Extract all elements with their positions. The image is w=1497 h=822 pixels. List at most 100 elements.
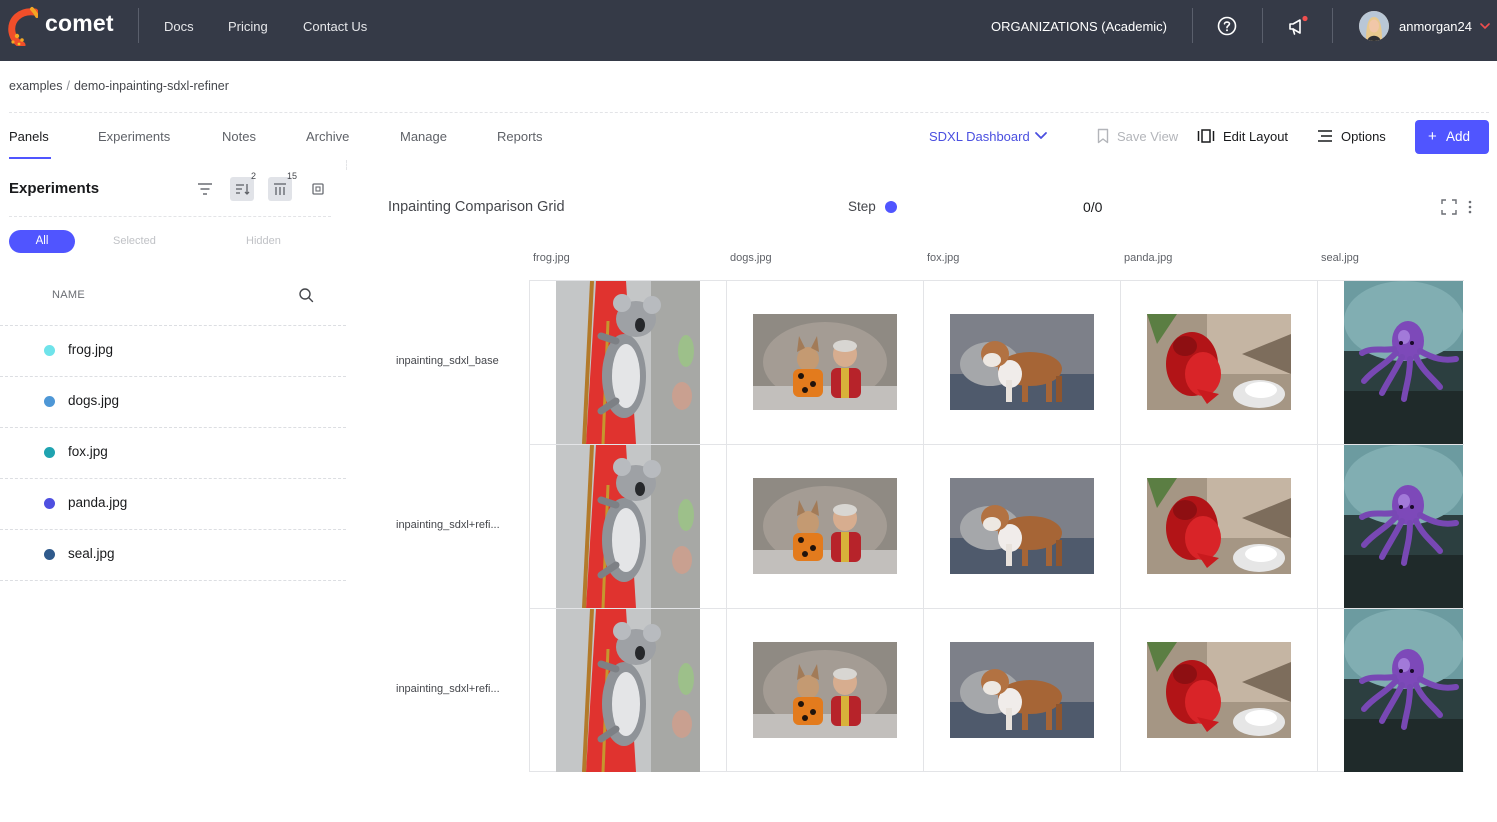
column-header: fox.jpg <box>927 252 960 264</box>
filter-icon[interactable] <box>193 177 217 201</box>
breadcrumb: examples / demo-inpainting-sdxl-refiner <box>9 79 229 93</box>
comet-logo-text[interactable]: comet <box>45 10 114 37</box>
bulldog-image <box>950 314 1094 410</box>
help-icon[interactable] <box>1217 16 1237 36</box>
username-label[interactable]: anmorgan24 <box>1399 19 1472 34</box>
divider <box>138 8 139 43</box>
dogs-costume-image <box>753 478 897 574</box>
dashboard-selector[interactable]: SDXL Dashboard <box>929 129 1030 144</box>
nav-pricing-link[interactable]: Pricing <box>228 19 268 34</box>
column-header: panda.jpg <box>1124 252 1173 264</box>
options-button[interactable]: Options <box>1341 129 1386 144</box>
breadcrumb-workspace-link[interactable]: examples <box>9 79 63 93</box>
grid-cell[interactable] <box>727 281 924 445</box>
grid-cell[interactable] <box>1318 609 1464 772</box>
edit-layout-icon <box>1197 129 1215 143</box>
notification-dot <box>1302 15 1308 22</box>
koala-image <box>556 445 700 608</box>
breadcrumb-project-link[interactable]: demo-inpainting-sdxl-refiner <box>74 79 229 93</box>
edit-layout-button[interactable]: Edit Layout <box>1223 129 1288 144</box>
add-button-label: Add <box>1446 129 1471 144</box>
chevron-down-icon[interactable] <box>1480 21 1490 31</box>
experiment-name: panda.jpg <box>68 495 128 510</box>
tab-experiments[interactable]: Experiments <box>98 129 170 144</box>
grid-cell[interactable] <box>1121 609 1318 772</box>
experiment-row[interactable]: seal.jpg <box>0 530 346 580</box>
filter-all-tab[interactable]: All <box>9 230 75 253</box>
divider <box>9 112 1489 113</box>
group-icon[interactable] <box>306 177 330 201</box>
divider <box>1192 8 1193 43</box>
experiment-name: dogs.jpg <box>68 393 120 408</box>
avatar[interactable] <box>1359 11 1389 41</box>
column-header: dogs.jpg <box>730 252 772 264</box>
divider <box>1332 8 1333 43</box>
name-column-header[interactable]: NAME <box>52 289 85 301</box>
add-button[interactable]: + Add <box>1415 120 1489 154</box>
grid-cell[interactable] <box>1318 445 1464 609</box>
grid-cell[interactable] <box>1121 445 1318 609</box>
dogs-costume-image <box>753 314 897 410</box>
experiment-row[interactable]: fox.jpg <box>0 428 346 478</box>
tab-manage[interactable]: Manage <box>400 129 447 144</box>
filter-selected-tab[interactable]: Selected <box>113 235 156 247</box>
experiment-color-dot <box>44 345 55 356</box>
koala-image <box>556 609 700 772</box>
column-header: seal.jpg <box>1321 252 1359 264</box>
bookmark-icon <box>1097 128 1109 144</box>
options-icon <box>1318 130 1332 142</box>
experiment-color-dot <box>44 498 55 509</box>
grid-cell[interactable] <box>727 445 924 609</box>
divider <box>9 216 331 217</box>
save-view-button[interactable]: Save View <box>1117 129 1178 144</box>
filter-hidden-tab[interactable]: Hidden <box>246 235 281 247</box>
red-panda-sculpture-image <box>1147 478 1291 574</box>
sort-count-badge: 2 <box>251 171 257 181</box>
nav-docs-link[interactable]: Docs <box>164 19 194 34</box>
grid-cell[interactable] <box>727 609 924 772</box>
divider <box>1262 8 1263 43</box>
divider <box>0 580 346 581</box>
experiment-row[interactable]: frog.jpg <box>0 326 346 376</box>
grid-cell[interactable] <box>1318 281 1464 445</box>
grid-cell[interactable] <box>924 445 1121 609</box>
step-label: Step <box>848 199 876 214</box>
fullscreen-icon[interactable] <box>1441 199 1457 215</box>
chevron-down-icon[interactable] <box>1034 131 1048 141</box>
step-slider-handle[interactable] <box>885 201 897 213</box>
active-tab-indicator <box>9 157 51 159</box>
megaphone-icon[interactable] <box>1287 15 1309 37</box>
tab-notes[interactable]: Notes <box>222 129 256 144</box>
bulldog-image <box>950 478 1094 574</box>
grid-cell[interactable] <box>530 281 727 445</box>
bulldog-image <box>950 642 1094 738</box>
octopus-image <box>1344 445 1463 608</box>
top-navigation-bar: comet Docs Pricing Contact Us ORGANIZATI… <box>0 0 1497 61</box>
search-icon[interactable] <box>298 287 314 303</box>
experiment-color-dot <box>44 549 55 560</box>
grid-cell[interactable] <box>924 609 1121 772</box>
grid-cell[interactable] <box>530 609 727 772</box>
tab-panels[interactable]: Panels <box>9 129 49 144</box>
organizations-selector[interactable]: ORGANIZATIONS (Academic) <box>991 19 1167 34</box>
experiment-name: frog.jpg <box>68 342 114 357</box>
octopus-image <box>1344 281 1463 444</box>
panel-title: Inpainting Comparison Grid <box>388 199 565 215</box>
experiment-row[interactable]: panda.jpg <box>0 479 346 529</box>
grid-cell[interactable] <box>1121 281 1318 445</box>
column-header: frog.jpg <box>533 252 570 264</box>
experiment-row[interactable]: dogs.jpg <box>0 377 346 427</box>
grid-cell[interactable] <box>530 445 727 609</box>
nav-contact-link[interactable]: Contact Us <box>303 19 367 34</box>
red-panda-sculpture-image <box>1147 314 1291 410</box>
experiment-color-dot <box>44 396 55 407</box>
columns-count-badge: 15 <box>287 171 298 181</box>
tab-archive[interactable]: Archive <box>306 129 349 144</box>
comet-logo-icon[interactable] <box>8 6 38 46</box>
plus-icon: + <box>1428 128 1437 145</box>
experiment-name: fox.jpg <box>68 444 108 459</box>
tab-reports[interactable]: Reports <box>497 129 543 144</box>
experiment-color-dot <box>44 447 55 458</box>
more-options-icon[interactable] <box>1465 199 1475 215</box>
grid-cell[interactable] <box>924 281 1121 445</box>
